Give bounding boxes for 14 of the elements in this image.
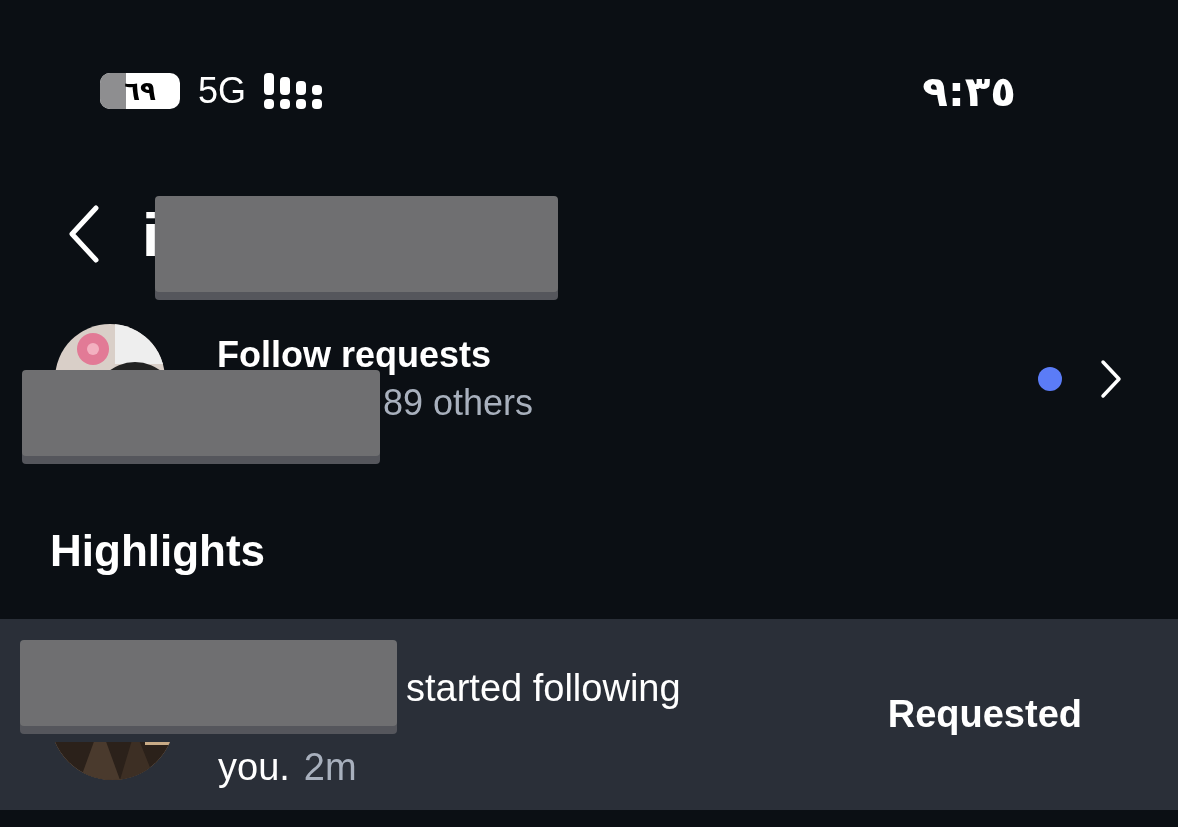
notification-text: started following	[406, 667, 681, 710]
chevron-icon	[1100, 359, 1122, 399]
battery-icon: ٦٩	[100, 73, 180, 109]
requested-button[interactable]: Requested	[887, 685, 1082, 744]
clock-time: ٩:٣٥	[922, 66, 1016, 116]
notification-time: 2m	[303, 746, 357, 789]
back-icon[interactable]	[66, 204, 102, 264]
follow-requests-title: Follow requests	[217, 334, 493, 376]
follow-requests-count: 89 others	[383, 382, 534, 424]
section-title: Highlights	[49, 525, 267, 576]
page-title: i	[142, 198, 160, 270]
signal-icon	[264, 73, 325, 109]
network-label: 5G	[198, 70, 247, 112]
notification-text: you.	[218, 746, 290, 789]
